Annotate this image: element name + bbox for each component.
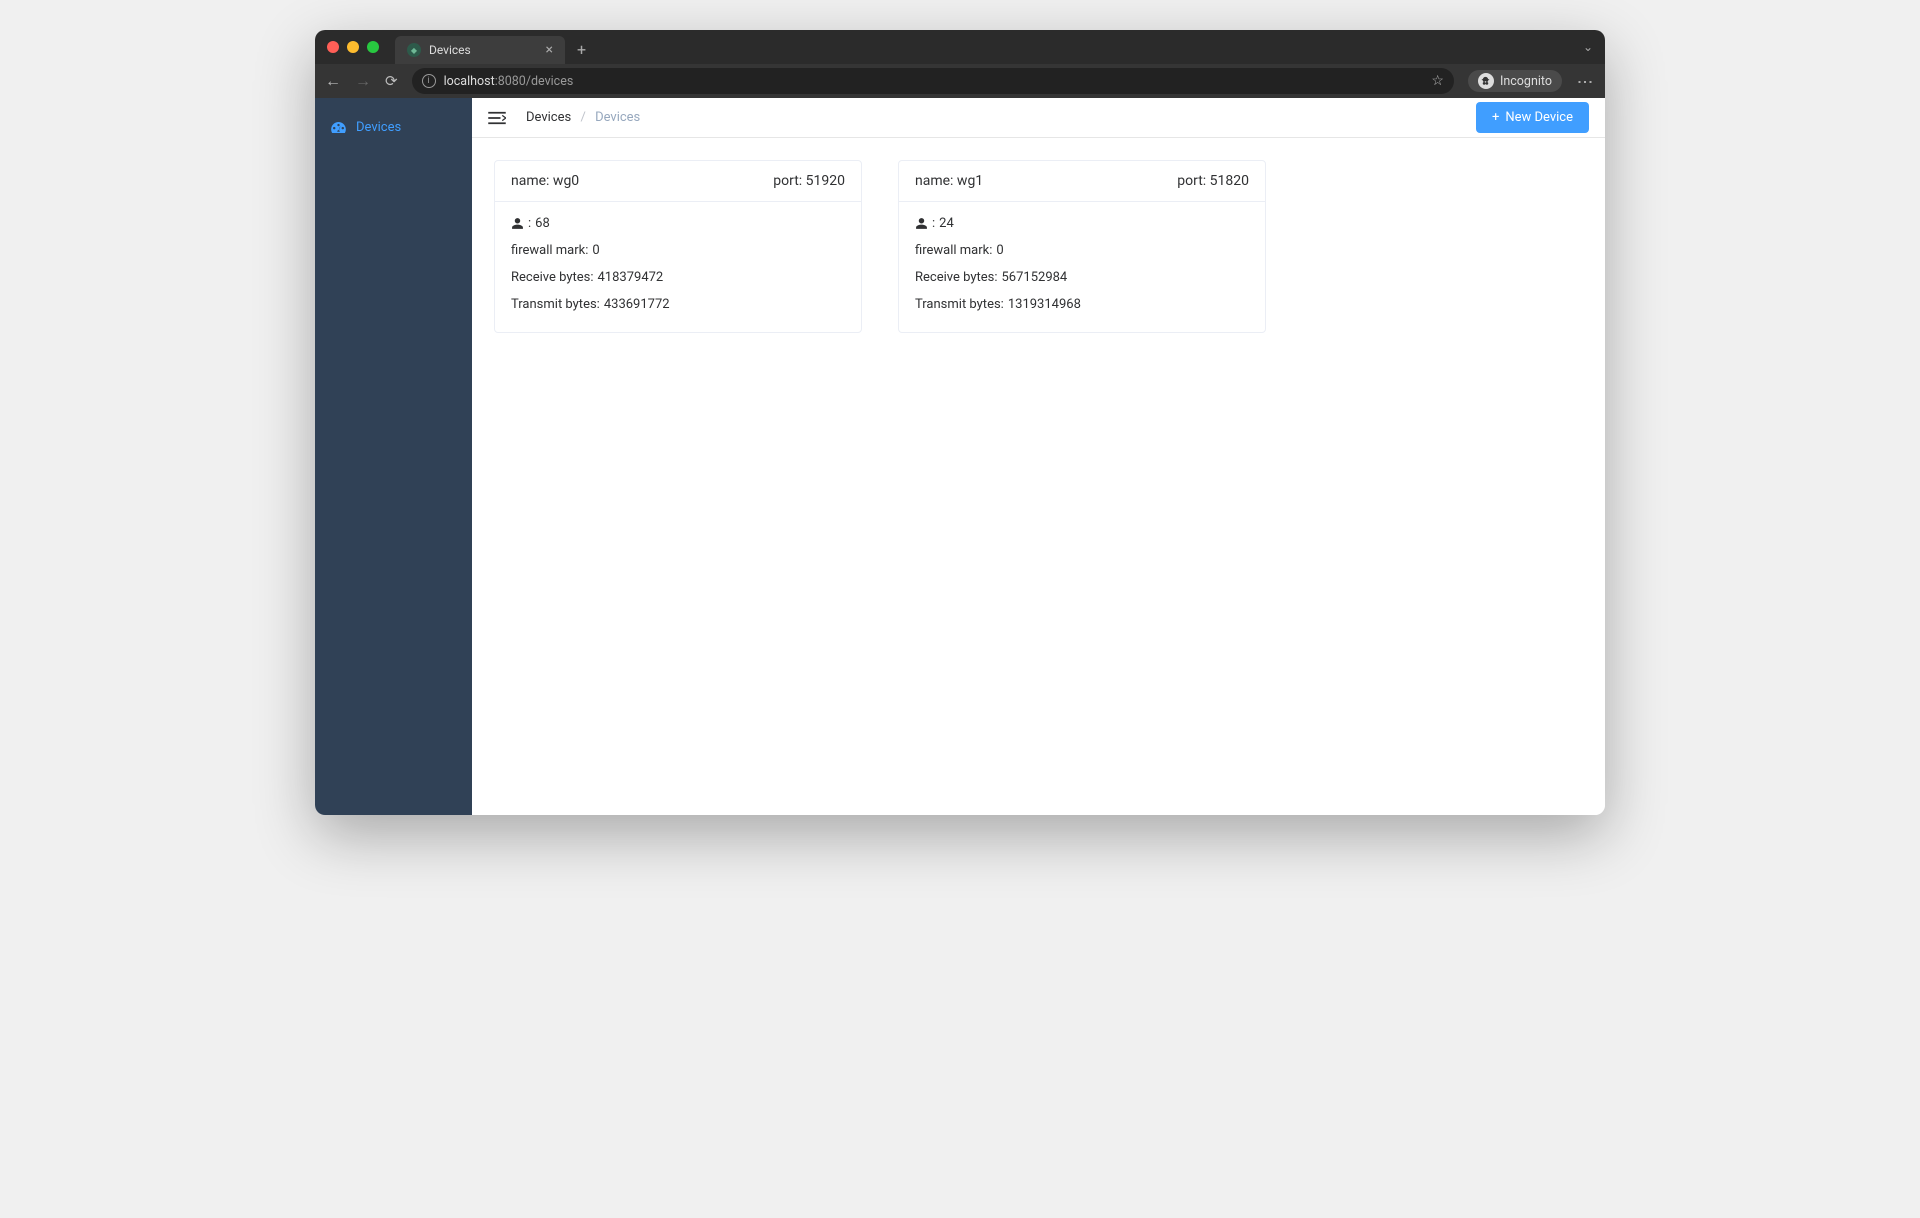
content: name: wg0 port: 51920 : 68 firewall mark… xyxy=(472,138,1605,355)
user-icon xyxy=(511,217,524,230)
main: Devices / Devices + New Device name: wg0… xyxy=(472,98,1605,815)
sidebar: Devices xyxy=(315,98,472,815)
nav-arrows: ← → xyxy=(325,71,371,91)
incognito-label: Incognito xyxy=(1500,74,1552,89)
device-users-row: : 68 xyxy=(511,216,845,231)
address-bar: ← → ⟳ i localhost:8080/devices ☆ Incogni… xyxy=(315,64,1605,98)
close-window-button[interactable] xyxy=(327,41,339,53)
incognito-icon xyxy=(1478,73,1494,89)
browser-menu-button[interactable]: ⋮ xyxy=(1576,74,1595,88)
incognito-badge[interactable]: Incognito xyxy=(1468,70,1562,92)
new-tab-button[interactable]: + xyxy=(577,40,586,59)
device-port: port: 51920 xyxy=(773,173,845,189)
device-transmit-row: Transmit bytes: 1319314968 xyxy=(915,297,1249,312)
device-card-header: name: wg1 port: 51820 xyxy=(899,161,1265,202)
header: Devices / Devices + New Device xyxy=(472,98,1605,138)
browser-tab[interactable]: ◆ Devices × xyxy=(395,36,565,64)
dashboard-icon xyxy=(331,122,346,133)
forward-button[interactable]: → xyxy=(355,71,371,91)
device-firewall-row: firewall mark: 0 xyxy=(511,243,845,258)
device-name: name: wg1 xyxy=(915,173,983,189)
close-tab-button[interactable]: × xyxy=(546,43,553,57)
sidebar-item-devices[interactable]: Devices xyxy=(315,112,472,143)
tab-favicon: ◆ xyxy=(407,43,421,57)
device-card-body: : 24 firewall mark: 0 Receive bytes: 567… xyxy=(899,202,1265,332)
device-users-row: : 24 xyxy=(915,216,1249,231)
device-users-value: 68 xyxy=(535,216,550,231)
device-transmit-row: Transmit bytes: 433691772 xyxy=(511,297,845,312)
breadcrumb-current: Devices xyxy=(595,110,640,125)
plus-icon: + xyxy=(1492,110,1499,125)
window-controls xyxy=(327,41,379,53)
reload-button[interactable]: ⟳ xyxy=(385,72,398,90)
breadcrumb-separator: / xyxy=(580,110,585,125)
minimize-window-button[interactable] xyxy=(347,41,359,53)
sidebar-item-label: Devices xyxy=(356,120,401,135)
device-receive-row: Receive bytes: 567152984 xyxy=(915,270,1249,285)
breadcrumb: Devices / Devices xyxy=(526,110,640,125)
url-path: :8080/devices xyxy=(495,74,574,89)
device-card-body: : 68 firewall mark: 0 Receive bytes: 418… xyxy=(495,202,861,332)
device-receive-row: Receive bytes: 418379472 xyxy=(511,270,845,285)
url-host: localhost xyxy=(444,74,495,89)
device-users-value: 24 xyxy=(939,216,954,231)
browser-window: ◆ Devices × + ⌄ ← → ⟳ i localhost:8080/d… xyxy=(315,30,1605,815)
breadcrumb-root[interactable]: Devices xyxy=(526,110,571,125)
bookmark-star-icon[interactable]: ☆ xyxy=(1431,73,1444,89)
user-icon xyxy=(915,217,928,230)
tabs-dropdown-icon[interactable]: ⌄ xyxy=(1583,40,1593,54)
maximize-window-button[interactable] xyxy=(367,41,379,53)
url-field[interactable]: i localhost:8080/devices ☆ xyxy=(412,68,1454,94)
titlebar: ◆ Devices × + ⌄ xyxy=(315,30,1605,64)
tab-title: Devices xyxy=(429,43,471,57)
device-name: name: wg0 xyxy=(511,173,579,189)
new-device-button[interactable]: + New Device xyxy=(1476,102,1589,133)
new-device-label: New Device xyxy=(1505,110,1573,125)
device-card-header: name: wg0 port: 51920 xyxy=(495,161,861,202)
device-firewall-row: firewall mark: 0 xyxy=(915,243,1249,258)
device-card: name: wg0 port: 51920 : 68 firewall mark… xyxy=(494,160,862,333)
site-info-icon[interactable]: i xyxy=(422,74,436,88)
device-card: name: wg1 port: 51820 : 24 firewall mark… xyxy=(898,160,1266,333)
hamburger-icon[interactable] xyxy=(488,111,506,125)
back-button[interactable]: ← xyxy=(325,71,341,91)
device-port: port: 51820 xyxy=(1177,173,1249,189)
app-root: Devices Devices / Devices + New xyxy=(315,98,1605,815)
